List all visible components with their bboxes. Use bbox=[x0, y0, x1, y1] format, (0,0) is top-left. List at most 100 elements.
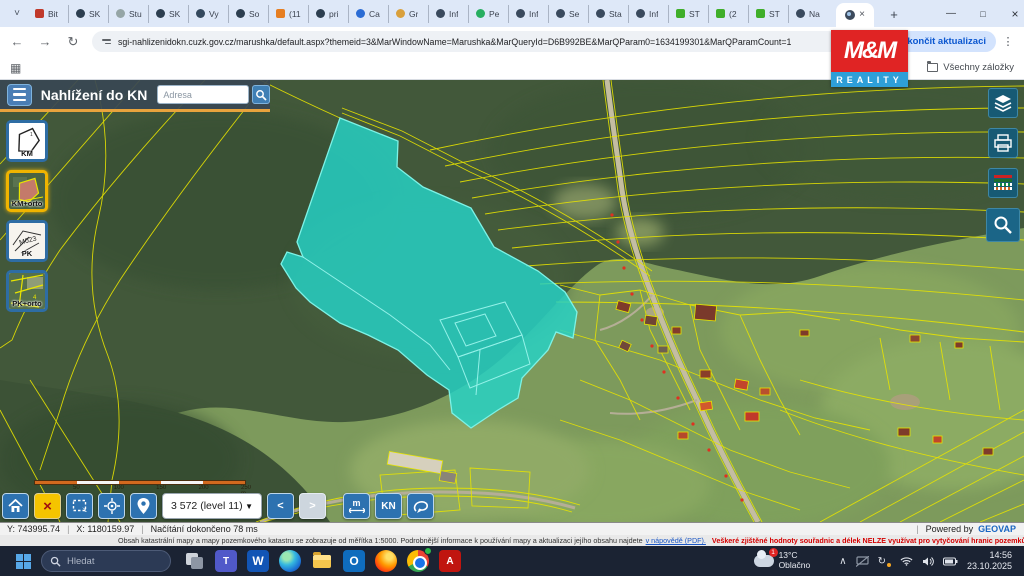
browser-tab[interactable]: Pe bbox=[468, 5, 508, 23]
locate-button[interactable] bbox=[98, 493, 125, 519]
browser-tab[interactable]: pri bbox=[308, 5, 348, 23]
map-bottom-toolbar: × 3 572 (level 11) ▼ < > m KN bbox=[2, 492, 434, 520]
history-back-button[interactable]: < bbox=[267, 493, 294, 519]
layer-button-pk-orto[interactable]: 4 PK+orto bbox=[6, 270, 48, 312]
site-settings-icon[interactable] bbox=[102, 39, 111, 44]
sync-icon[interactable]: ↻ bbox=[878, 556, 886, 567]
taskbar-app-teams[interactable]: T bbox=[215, 550, 237, 572]
legend-tool-button[interactable] bbox=[988, 168, 1018, 198]
measure-button[interactable]: m bbox=[343, 493, 370, 519]
battery-icon[interactable] bbox=[943, 557, 958, 566]
sync-alert-dot bbox=[887, 563, 891, 567]
scale-segment bbox=[119, 481, 161, 484]
taskbar-app-outlook[interactable]: O bbox=[343, 550, 365, 572]
browser-tab[interactable]: Sta bbox=[588, 5, 628, 23]
scale-level-select[interactable]: 3 572 (level 11) ▼ bbox=[162, 493, 262, 519]
apps-grid-icon[interactable]: ▦ bbox=[10, 61, 21, 75]
tab-label: Bit bbox=[48, 9, 58, 19]
taskbar-app-chrome[interactable] bbox=[407, 550, 429, 572]
map-canvas[interactable] bbox=[0, 80, 1024, 522]
taskbar-app-task-view[interactable] bbox=[183, 550, 205, 572]
browser-tab[interactable]: ST bbox=[668, 5, 708, 23]
browser-tab[interactable]: SK bbox=[68, 5, 108, 23]
browser-tab[interactable]: (2 bbox=[708, 5, 748, 23]
browser-tab[interactable]: Gr bbox=[388, 5, 428, 23]
new-tab-button[interactable]: + bbox=[884, 4, 904, 24]
browser-tab[interactable]: Ca bbox=[348, 5, 388, 23]
all-bookmarks-button[interactable]: Všechny záložky bbox=[927, 62, 1014, 73]
taskbar-search-input[interactable] bbox=[67, 556, 157, 567]
scale-tick-label: 150 bbox=[156, 485, 166, 491]
address-bar[interactable]: sgi-nahlizenidokn.cuzk.gov.cz/marushka/d… bbox=[92, 31, 852, 52]
window-minimize-button[interactable]: — bbox=[934, 0, 968, 27]
kn-info-button[interactable]: KN bbox=[375, 493, 402, 519]
taskbar-app-edge[interactable] bbox=[279, 550, 301, 572]
browser-tab[interactable]: So bbox=[228, 5, 268, 23]
browser-tab[interactable]: (11 bbox=[268, 5, 308, 23]
tab-favicon-icon bbox=[756, 9, 765, 18]
browser-tab[interactable]: SK bbox=[148, 5, 188, 23]
taskbar-app-firefox[interactable] bbox=[375, 550, 397, 572]
geovap-link[interactable]: GEOVAP bbox=[978, 524, 1024, 534]
lasso-button[interactable] bbox=[407, 493, 434, 519]
tab-favicon-icon bbox=[516, 9, 525, 18]
tab-close-icon[interactable]: × bbox=[859, 10, 865, 20]
ruler-icon bbox=[349, 508, 365, 513]
weather-cloud-icon bbox=[754, 555, 774, 567]
clear-selection-button[interactable]: × bbox=[34, 493, 61, 519]
scale-tick-label: 50 bbox=[73, 485, 80, 491]
map-status-bar: Y: 743995.74 | X: 1180159.97 | Načítání … bbox=[0, 522, 1024, 535]
browser-tab[interactable]: ST bbox=[748, 5, 788, 23]
tab-favicon-icon bbox=[556, 9, 565, 18]
address-search-input[interactable] bbox=[157, 85, 249, 104]
taskbar-app-explorer[interactable] bbox=[311, 550, 333, 572]
map-viewport[interactable]: Nahlížení do KN 1 KM KM+orto M023 PK 4 P bbox=[0, 80, 1024, 522]
browser-tab[interactable]: Inf bbox=[628, 5, 668, 23]
taskbar-app-word[interactable]: W bbox=[247, 550, 269, 572]
forward-icon[interactable]: → bbox=[34, 31, 56, 53]
layer-button-pk[interactable]: M023 PK bbox=[6, 220, 48, 262]
browser-menu-icon[interactable]: ⋮ bbox=[1000, 31, 1016, 52]
taskbar-search[interactable] bbox=[41, 550, 171, 572]
back-icon[interactable]: ← bbox=[6, 31, 28, 53]
windows-start-button[interactable] bbox=[16, 554, 31, 569]
window-maximize-button[interactable]: □ bbox=[966, 0, 1000, 27]
marker-button[interactable] bbox=[130, 493, 157, 519]
zoom-search-tool-button[interactable] bbox=[986, 208, 1020, 242]
taskbar-app-acrobat[interactable]: A bbox=[439, 550, 461, 572]
display-off-icon[interactable] bbox=[856, 556, 869, 567]
browser-tab[interactable]: Inf bbox=[428, 5, 468, 23]
layers-tool-button[interactable] bbox=[988, 88, 1018, 118]
rectangle-select-button[interactable] bbox=[66, 493, 93, 519]
history-forward-button[interactable]: > bbox=[299, 493, 326, 519]
volume-icon[interactable] bbox=[922, 556, 934, 567]
printer-icon bbox=[993, 133, 1013, 153]
browser-tab-active[interactable]: × bbox=[836, 3, 874, 27]
browser-tab[interactable]: Se bbox=[548, 5, 588, 23]
browser-tab[interactable]: Stu bbox=[108, 5, 148, 23]
tray-chevron-icon[interactable]: ∧ bbox=[839, 556, 846, 567]
tab-search-chevron-icon[interactable]: ˅ bbox=[6, 5, 28, 23]
url-text[interactable]: sgi-nahlizenidokn.cuzk.gov.cz/marushka/d… bbox=[118, 37, 791, 47]
print-tool-button[interactable] bbox=[988, 128, 1018, 158]
address-search-button[interactable] bbox=[252, 85, 270, 104]
layer-button-km[interactable]: 1 KM bbox=[6, 120, 48, 162]
layer-button-km-orto[interactable]: KM+orto bbox=[6, 170, 48, 212]
taskbar-clock[interactable]: 14:56 23.10.2025 bbox=[967, 550, 1012, 573]
all-bookmarks-label: Všechny záložky bbox=[943, 62, 1014, 73]
browser-tab[interactable]: Na bbox=[788, 5, 828, 23]
browser-tab[interactable]: Inf bbox=[508, 5, 548, 23]
home-button[interactable] bbox=[2, 493, 29, 519]
weather-widget[interactable]: 13°COblačno bbox=[754, 551, 811, 571]
taskbar-apps: TW O A bbox=[183, 550, 461, 572]
reload-icon[interactable]: ↻ bbox=[62, 31, 84, 53]
help-pdf-link[interactable]: v nápovědě (PDF). bbox=[646, 536, 706, 545]
wifi-icon[interactable] bbox=[900, 556, 913, 566]
tab-favicon-icon bbox=[76, 9, 85, 18]
browser-tab[interactable]: Bit bbox=[28, 5, 68, 23]
browser-tab[interactable]: Vy bbox=[188, 5, 228, 23]
menu-hamburger-icon[interactable] bbox=[7, 84, 32, 106]
window-close-button[interactable]: × bbox=[998, 0, 1024, 27]
tab-favicon-icon bbox=[796, 9, 805, 18]
mm-logo-text: M&M bbox=[831, 30, 908, 72]
